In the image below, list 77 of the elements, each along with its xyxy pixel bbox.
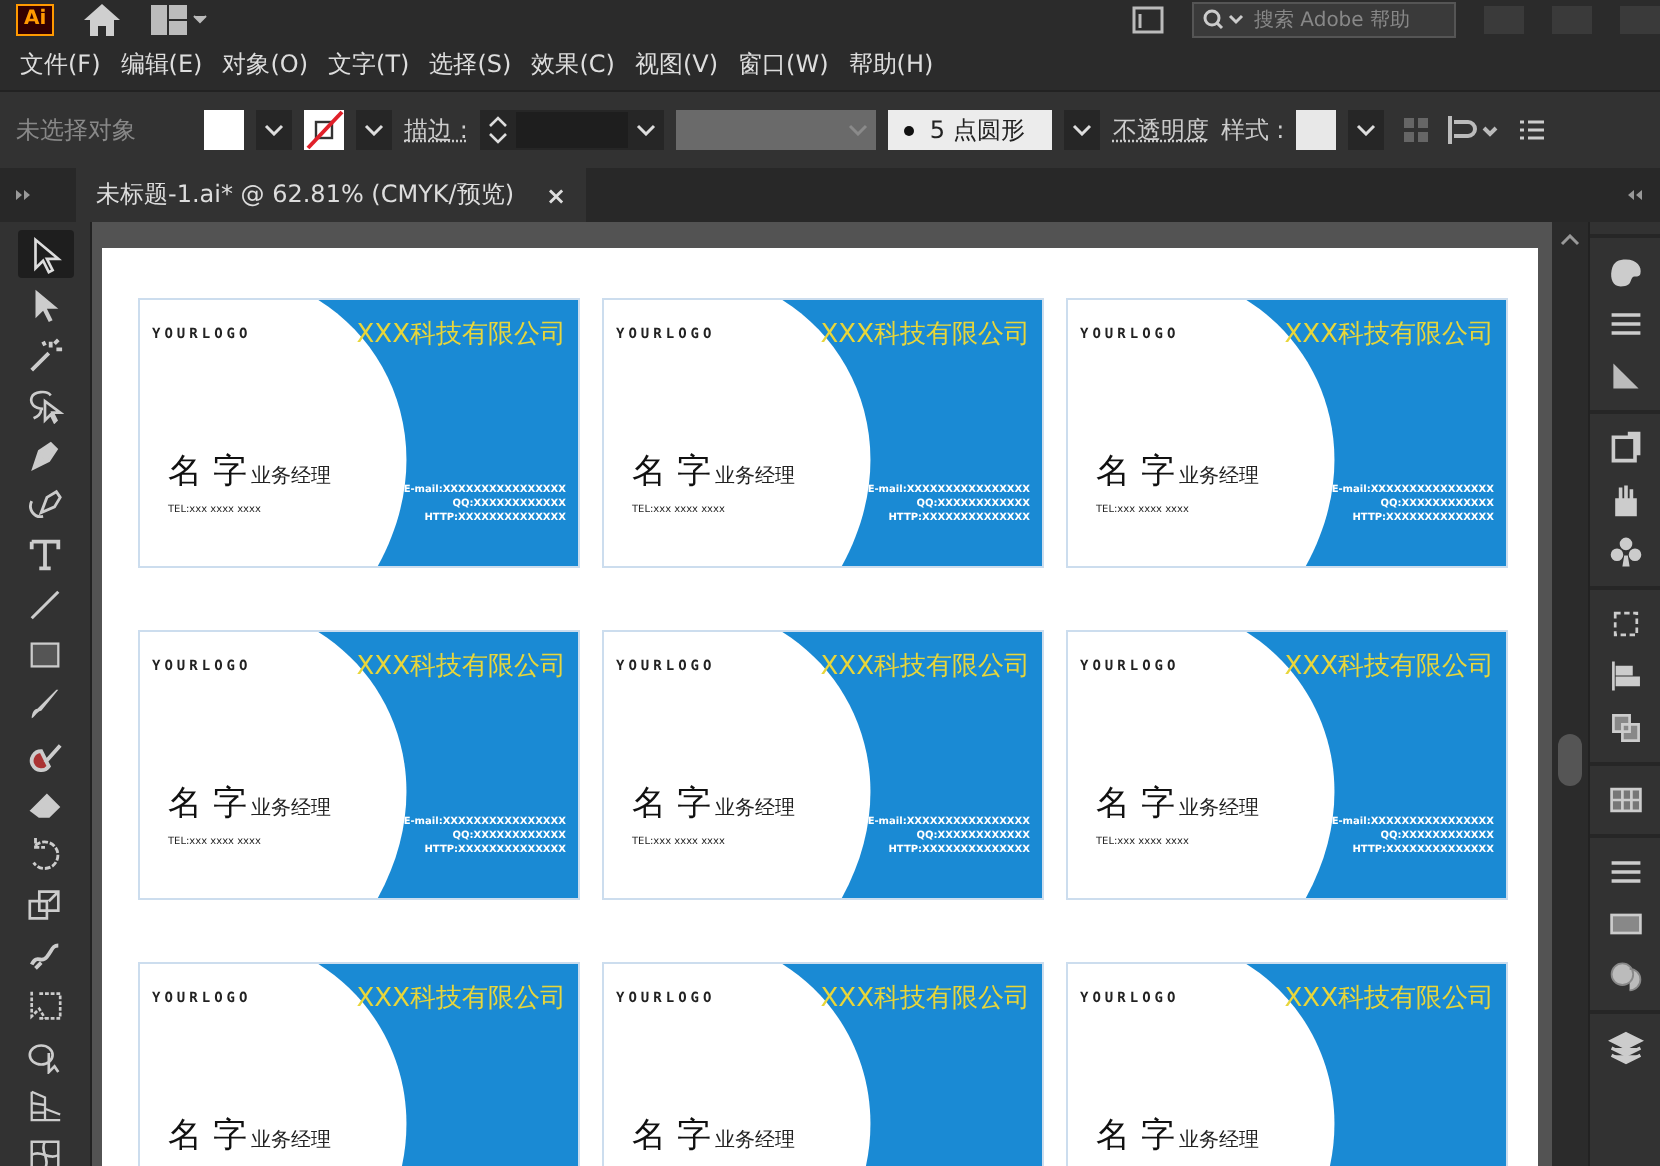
menu-item[interactable]: 窗口(W) — [728, 48, 839, 82]
dropdown-button[interactable] — [356, 110, 392, 150]
dropdown-button[interactable] — [1064, 110, 1101, 150]
scrollbar-thumb[interactable] — [1558, 734, 1582, 786]
company-name: XXX科技有限公司 — [356, 650, 566, 684]
dropdown-button[interactable] — [256, 110, 292, 150]
caret-icon — [847, 124, 868, 136]
menu-item[interactable]: 效果(C) — [521, 48, 625, 82]
company-name: XXX科技有限公司 — [1284, 650, 1494, 684]
collapse-icon[interactable] — [16, 190, 32, 200]
caret-icon — [1356, 124, 1377, 136]
person-name: 名 字 — [632, 788, 711, 822]
job-title: 业务经理 — [1178, 463, 1259, 490]
tool-selection-icon[interactable] — [17, 230, 73, 278]
stepper-icon[interactable] — [487, 114, 508, 146]
search-field[interactable]: 搜索 Adobe 帮助 — [1192, 2, 1456, 38]
person-name: 名 字 — [168, 456, 247, 490]
company-name: XXX科技有限公司 — [356, 318, 566, 352]
opacity-label[interactable]: 不透明度 — [1112, 113, 1209, 147]
grid-icon[interactable] — [1607, 782, 1643, 818]
company-name: XXX科技有限公司 — [1284, 318, 1494, 352]
layers-icon[interactable] — [1607, 1030, 1643, 1066]
collapse-icon[interactable] — [1628, 190, 1644, 200]
job-title: 业务经理 — [1178, 795, 1259, 822]
job-title: 业务经理 — [1178, 1127, 1259, 1154]
home-icon[interactable] — [82, 2, 123, 38]
caret-icon — [635, 124, 656, 136]
job-title: 业务经理 — [250, 463, 331, 490]
selection-status: 未选择对象 — [16, 113, 138, 147]
caret-icon — [264, 124, 284, 136]
align-icon[interactable] — [1607, 658, 1643, 694]
circles-icon[interactable] — [1607, 958, 1643, 994]
stroke-none-swatch[interactable] — [304, 110, 344, 150]
caret-icon — [364, 124, 384, 136]
menu-item[interactable]: 文字(T) — [318, 48, 420, 82]
dropdown-button[interactable] — [1348, 110, 1385, 150]
caret-icon — [1072, 124, 1093, 136]
document-tab[interactable]: 未标题-1.ai* @ 62.81% (CMYK/预览) × — [76, 168, 587, 222]
menu-item[interactable]: 编辑(E) — [110, 48, 213, 82]
person-name: 名 字 — [168, 788, 247, 822]
person-name: 名 字 — [1096, 788, 1175, 822]
person-name: 名 字 — [1096, 1120, 1175, 1154]
menu-item[interactable]: 对象(O) — [212, 48, 319, 82]
brush-dropdown[interactable]: 5 点圆形 — [887, 110, 1053, 150]
company-name: XXX科技有限公司 — [356, 982, 566, 1016]
style-label: 样式 : — [1220, 113, 1285, 147]
club-icon[interactable] — [1607, 534, 1643, 570]
close-tab-button[interactable]: × — [546, 181, 567, 209]
menu-item[interactable]: 文件(F) — [10, 48, 111, 82]
fill-swatch[interactable] — [204, 110, 244, 150]
company-name: XXX科技有限公司 — [820, 982, 1030, 1016]
menu-item[interactable]: 视图(V) — [624, 48, 729, 82]
pathfinder-icon[interactable] — [1607, 710, 1643, 746]
menu-item[interactable]: 选择(S) — [419, 48, 522, 82]
person-name: 名 字 — [1096, 456, 1175, 490]
stroke-label[interactable]: 描边 : — [404, 113, 468, 147]
job-title: 业务经理 — [250, 1127, 331, 1154]
stroke-weight-field[interactable] — [479, 110, 664, 150]
job-title: 业务经理 — [714, 1127, 795, 1154]
job-title: 业务经理 — [714, 795, 795, 822]
menu-icon[interactable] — [1520, 120, 1545, 140]
company-name: XXX科技有限公司 — [820, 650, 1030, 684]
document-icon[interactable] — [1607, 430, 1643, 466]
company-name: XXX科技有限公司 — [1284, 982, 1494, 1016]
scroll-up-icon[interactable] — [1560, 234, 1580, 246]
style-swatch[interactable] — [1296, 110, 1337, 150]
panel-icon[interactable] — [1132, 6, 1164, 34]
person-name: 名 字 — [632, 456, 711, 490]
person-name: 名 字 — [632, 1120, 711, 1154]
menu-item[interactable]: 帮助(H) — [838, 48, 944, 82]
company-name: XXX科技有限公司 — [820, 318, 1030, 352]
job-title: 业务经理 — [250, 795, 331, 822]
align-icon[interactable] — [1448, 116, 1501, 144]
person-name: 名 字 — [168, 1120, 247, 1154]
job-title: 业务经理 — [714, 463, 795, 490]
app-logo: Ai — [16, 4, 55, 36]
layout-icon[interactable] — [150, 4, 211, 36]
